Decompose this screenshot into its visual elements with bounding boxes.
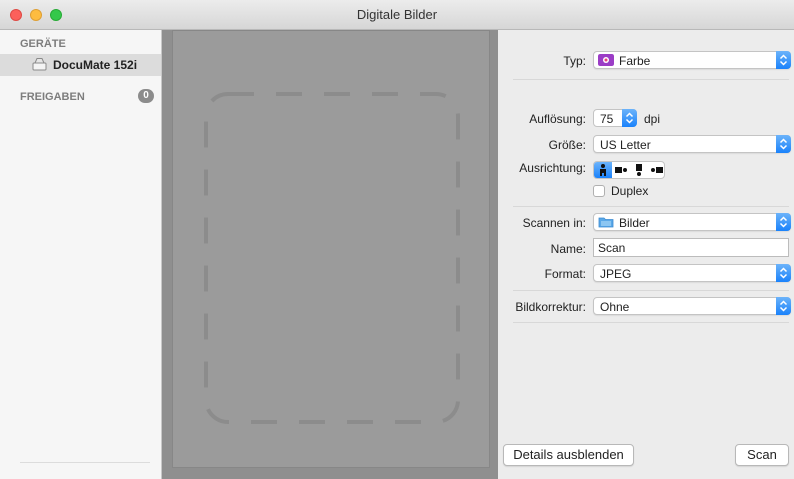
window-title: Digitale Bilder [356, 7, 438, 22]
upside-down-orientation-icon [636, 164, 642, 176]
preview-page [172, 30, 490, 468]
scan-preview-area[interactable] [162, 30, 498, 479]
chevron-updown-icon [776, 297, 791, 315]
chevron-updown-icon [776, 264, 791, 282]
orientation-portrait-button[interactable] [594, 162, 612, 178]
scan-to-label: Scannen in: [522, 216, 586, 230]
chevron-updown-icon[interactable] [622, 109, 637, 127]
name-field[interactable]: Scan [593, 238, 789, 257]
resolution-stepper[interactable]: 75 [593, 109, 637, 127]
size-select[interactable]: US Letter [593, 135, 791, 153]
folder-icon [598, 217, 614, 228]
scan-to-select[interactable]: Bilder [593, 213, 791, 231]
sidebar-divider [20, 462, 150, 463]
sidebar: GERÄTE DocuMate 152i FREIGABEN 0 [0, 30, 162, 479]
correction-label: Bildkorrektur: [515, 300, 586, 314]
name-label: Name: [550, 242, 586, 256]
color-icon [598, 54, 614, 66]
correction-value: Ohne [600, 300, 630, 314]
scan-button[interactable]: Scan [735, 444, 789, 466]
hide-details-button[interactable]: Details ausblenden [503, 444, 634, 466]
orientation-right-button[interactable] [648, 162, 664, 178]
type-label: Typ: [563, 54, 586, 68]
format-value: JPEG [600, 267, 632, 281]
format-select[interactable]: JPEG [593, 264, 791, 282]
chevron-updown-icon [776, 51, 791, 69]
size-label: Größe: [548, 138, 586, 152]
scan-to-value: Bilder [619, 216, 650, 230]
name-value: Scan [598, 241, 626, 255]
sidebar-item-label: DocuMate 152i [53, 58, 138, 72]
resolution-value: 75 [600, 112, 614, 126]
settings-panel: Typ: Farbe Auflösung: 75 dpi Größe: US L… [498, 30, 794, 479]
devices-header: GERÄTE [20, 38, 66, 50]
separator [513, 79, 789, 80]
duplex-checkbox[interactable] [593, 185, 605, 197]
portrait-orientation-icon [600, 164, 606, 176]
type-select[interactable]: Farbe [593, 51, 791, 69]
orientation-upside-down-button[interactable] [630, 162, 648, 178]
separator [513, 290, 789, 291]
chevron-updown-icon [776, 213, 791, 231]
orientation-label: Ausrichtung: [519, 161, 586, 175]
rotate-right-orientation-icon [651, 167, 663, 173]
size-value: US Letter [600, 138, 651, 152]
resolution-unit: dpi [644, 112, 661, 126]
orientation-left-button[interactable] [612, 162, 630, 178]
rotate-left-orientation-icon [615, 167, 627, 173]
resolution-label: Auflösung: [529, 112, 586, 126]
orientation-segmented-control [593, 161, 665, 179]
title-bar: Digitale Bilder [0, 0, 794, 30]
shares-header: FREIGABEN [20, 91, 85, 103]
format-label: Format: [544, 267, 586, 281]
correction-select[interactable]: Ohne [593, 297, 791, 315]
type-value: Farbe [619, 54, 651, 68]
scan-region-outline [204, 92, 460, 424]
separator [513, 206, 789, 207]
duplex-label: Duplex [611, 184, 649, 198]
scanner-icon [32, 58, 47, 71]
chevron-updown-icon [776, 135, 791, 153]
sidebar-item-documate[interactable]: DocuMate 152i [0, 54, 161, 76]
shares-count-badge: 0 [138, 89, 154, 103]
separator [513, 322, 789, 323]
